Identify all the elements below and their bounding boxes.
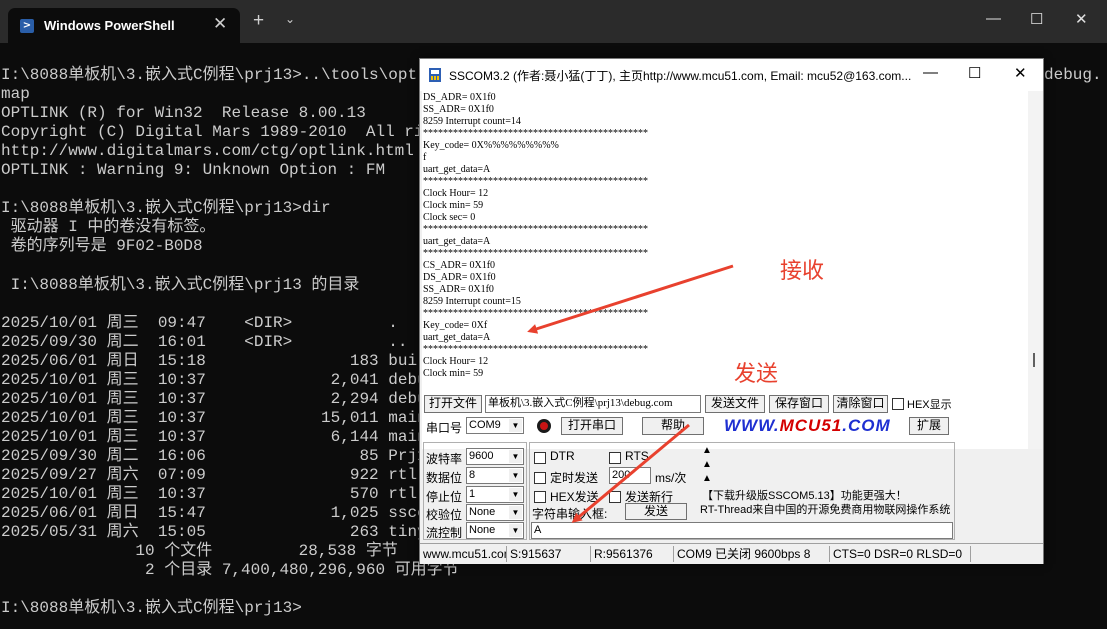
receive-arrow xyxy=(527,264,734,334)
annotation-arrows xyxy=(527,264,734,523)
send-arrow xyxy=(571,423,690,523)
